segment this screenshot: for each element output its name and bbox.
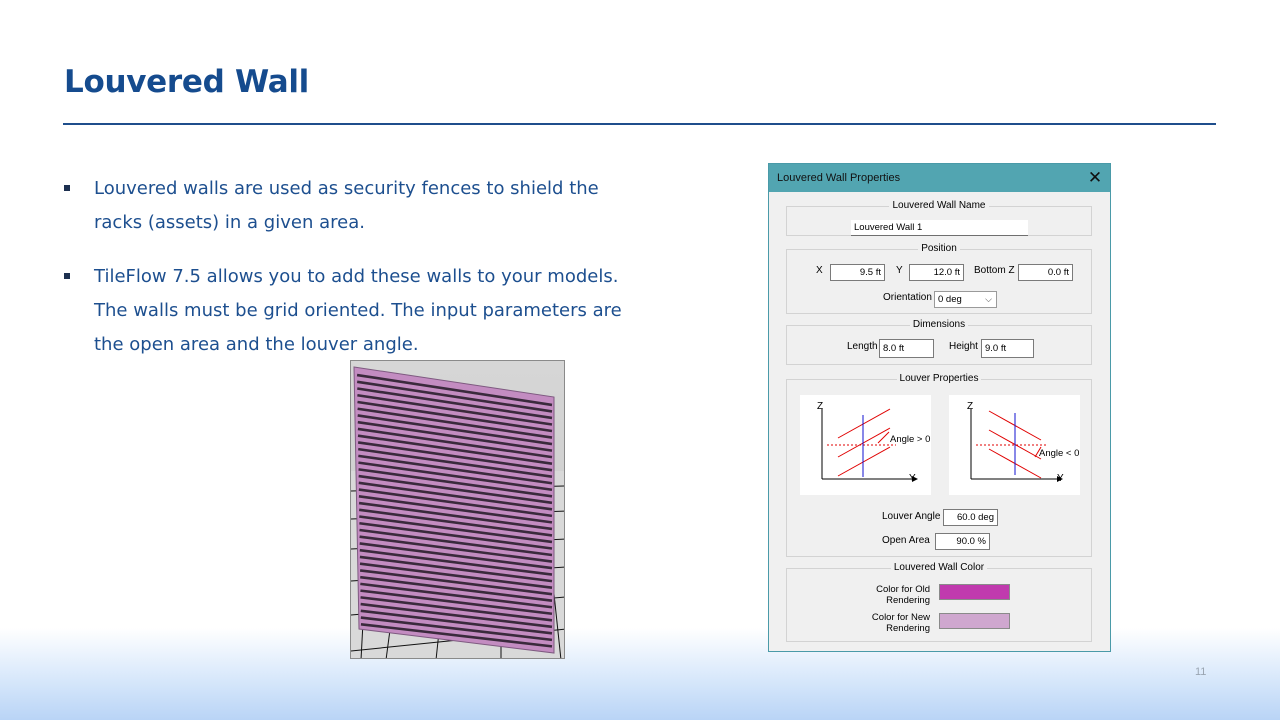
louver-angle-input[interactable]: 60.0 deg bbox=[943, 509, 998, 526]
dialog-titlebar[interactable]: Louvered Wall Properties ✕ bbox=[769, 164, 1110, 192]
name-group: Louvered Wall Name Louvered Wall 1 bbox=[786, 200, 1092, 236]
title-divider bbox=[63, 123, 1216, 125]
bullet-marker-icon bbox=[64, 273, 70, 279]
dialog-body: Louvered Wall Name Louvered Wall 1 Posit… bbox=[769, 192, 1110, 651]
angle-negative-diagram: Z Y Angle < 0 bbox=[949, 395, 1080, 495]
new-color-label-line2: Rendering bbox=[886, 623, 930, 634]
page-number: 11 bbox=[1195, 666, 1207, 678]
z-axis-label: Z bbox=[817, 401, 823, 412]
bullet-item: TileFlow 7.5 allows you to add these wal… bbox=[64, 260, 624, 362]
position-group: Position X 9.5 ft Y 12.0 ft Bottom Z 0.0… bbox=[786, 243, 1092, 314]
y-axis-label: Y bbox=[1057, 473, 1064, 484]
louvered-wall-render bbox=[350, 360, 565, 659]
y-axis-label: Y bbox=[909, 473, 916, 484]
bullet-marker-icon bbox=[64, 185, 70, 191]
new-rendering-color-swatch[interactable] bbox=[939, 613, 1010, 629]
height-label: Height bbox=[949, 341, 978, 352]
y-label: Y bbox=[896, 265, 903, 276]
z-axis-label: Z bbox=[967, 401, 973, 412]
old-color-label-line2: Rendering bbox=[886, 595, 930, 606]
old-color-label-line1: Color for Old bbox=[876, 584, 930, 595]
open-area-label: Open Area bbox=[882, 535, 930, 546]
wall-name-input[interactable]: Louvered Wall 1 bbox=[851, 220, 1028, 236]
old-color-label: Color for Old Rendering bbox=[876, 584, 930, 606]
length-label: Length bbox=[847, 341, 878, 352]
close-icon[interactable]: ✕ bbox=[1080, 164, 1110, 192]
bullet-list: Louvered walls are used as security fenc… bbox=[64, 172, 624, 382]
angle-negative-label: Angle < 0 bbox=[1039, 448, 1079, 459]
louvered-wall-properties-dialog: Louvered Wall Properties ✕ Louvered Wall… bbox=[768, 163, 1111, 652]
bullet-text: TileFlow 7.5 allows you to add these wal… bbox=[94, 266, 622, 355]
angle-positive-diagram: Z Y Angle > 0 bbox=[800, 395, 931, 495]
bottom-z-label: Bottom Z bbox=[974, 265, 1015, 276]
dimensions-group: Dimensions Length 8.0 ft Height 9.0 ft bbox=[786, 319, 1092, 365]
bottom-z-input[interactable]: 0.0 ft bbox=[1018, 264, 1073, 281]
position-group-label: Position bbox=[918, 243, 960, 254]
orientation-select[interactable]: 0 deg ⌵ bbox=[934, 291, 997, 308]
bullet-text: Louvered walls are used as security fenc… bbox=[94, 178, 599, 233]
color-group-label: Louvered Wall Color bbox=[890, 562, 988, 573]
name-group-label: Louvered Wall Name bbox=[889, 200, 989, 211]
louver-group-label: Louver Properties bbox=[896, 373, 982, 384]
old-rendering-color-swatch[interactable] bbox=[939, 584, 1010, 600]
height-input[interactable]: 9.0 ft bbox=[981, 339, 1034, 358]
wall-color-group: Louvered Wall Color Color for Old Render… bbox=[786, 562, 1092, 642]
length-input[interactable]: 8.0 ft bbox=[879, 339, 934, 358]
dialog-title: Louvered Wall Properties bbox=[777, 172, 901, 184]
new-color-label: Color for New Rendering bbox=[872, 612, 930, 634]
orientation-value: 0 deg bbox=[938, 294, 962, 305]
open-area-input[interactable]: 90.0 % bbox=[935, 533, 990, 550]
chevron-down-icon: ⌵ bbox=[985, 294, 992, 304]
angle-positive-label: Angle > 0 bbox=[890, 434, 930, 445]
new-color-label-line1: Color for New bbox=[871, 612, 930, 623]
slide-title: Louvered Wall bbox=[64, 64, 310, 100]
orientation-label: Orientation bbox=[883, 292, 932, 303]
x-label: X bbox=[816, 265, 823, 276]
x-input[interactable]: 9.5 ft bbox=[830, 264, 885, 281]
louver-angle-label: Louver Angle bbox=[882, 511, 941, 522]
y-input[interactable]: 12.0 ft bbox=[909, 264, 964, 281]
louvered-wall-render-graphic bbox=[351, 361, 564, 658]
louver-properties-group: Louver Properties Z Y Angle > 0 Z Y Angl… bbox=[786, 373, 1092, 557]
dimensions-group-label: Dimensions bbox=[909, 319, 969, 330]
bullet-item: Louvered walls are used as security fenc… bbox=[64, 172, 624, 240]
